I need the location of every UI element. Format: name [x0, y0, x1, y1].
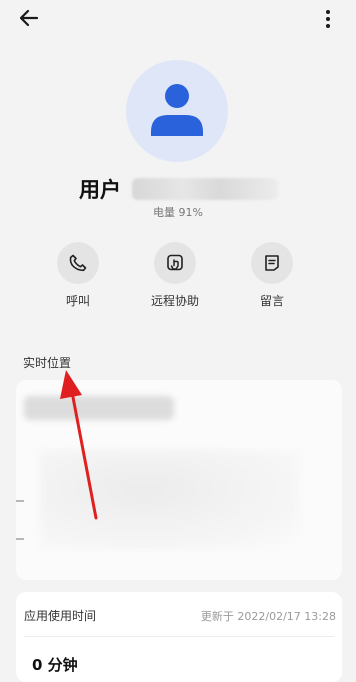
- blurred-map-area: [40, 450, 300, 550]
- redacted-user-id: [132, 178, 278, 200]
- arrow-left-icon: [19, 9, 39, 27]
- map-marker-tick: [16, 500, 24, 502]
- person-icon: [151, 84, 203, 136]
- battery-status: 电量 91%: [153, 206, 203, 219]
- top-bar: [0, 0, 356, 38]
- message-action[interactable]: 留言: [232, 242, 312, 309]
- back-button[interactable]: [16, 6, 44, 30]
- phone-icon: [69, 254, 87, 272]
- call-action[interactable]: 呼叫: [38, 242, 118, 309]
- location-section-title: 实时位置: [23, 356, 72, 370]
- usage-updated-time: 更新于 2022/02/17 13:28: [200, 610, 336, 623]
- app-usage-title: 应用使用时间: [24, 609, 97, 623]
- divider: [24, 636, 334, 637]
- app-usage-card[interactable]: 应用使用时间 更新于 2022/02/17 13:28 0 分钟: [16, 592, 342, 682]
- user-name-row: 用户: [0, 172, 356, 204]
- remote-assist-label: 远程协助: [150, 294, 199, 308]
- message-label: 留言: [259, 294, 284, 308]
- more-options-button[interactable]: [322, 8, 334, 30]
- usage-total-value: 0 分钟: [32, 656, 78, 674]
- remote-assist-action[interactable]: 远程协助: [135, 242, 215, 309]
- map-marker-tick: [16, 538, 24, 540]
- remote-assist-button-circle[interactable]: [154, 242, 196, 284]
- avatar: [126, 60, 228, 162]
- location-map[interactable]: [16, 380, 342, 580]
- call-button-circle[interactable]: [57, 242, 99, 284]
- user-name-prefix: 用户: [79, 178, 121, 202]
- message-button-circle[interactable]: [251, 242, 293, 284]
- blurred-address: [24, 396, 174, 420]
- more-vertical-icon: [326, 10, 330, 28]
- call-label: 呼叫: [65, 294, 90, 308]
- remote-assist-icon: [167, 254, 183, 271]
- message-note-icon: [265, 255, 279, 271]
